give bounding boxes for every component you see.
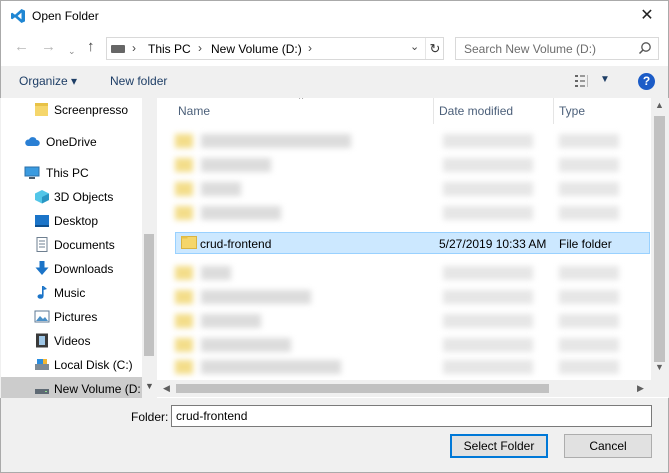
file-name: crud-frontend xyxy=(200,237,272,251)
nav-item-new-volume[interactable]: New Volume (D: xyxy=(1,377,142,398)
folder-icon xyxy=(35,103,48,116)
file-list: ^ Name Date modified Type crud-frontend … xyxy=(157,98,668,398)
view-dropdown-icon[interactable]: ▼ xyxy=(600,74,610,85)
back-arrow-icon[interactable]: ← xyxy=(14,38,29,56)
horizontal-scrollbar[interactable]: ◀ ▶ xyxy=(157,380,651,397)
scroll-up-icon[interactable]: ▲ xyxy=(655,100,664,110)
chevron-down-icon[interactable]: ⌄ xyxy=(410,40,419,53)
dialog-footer: Folder: Select Folder Cancel xyxy=(0,398,669,473)
cube-icon xyxy=(35,190,49,204)
breadcrumb-new-volume[interactable]: New Volume (D:) xyxy=(211,42,302,56)
scroll-right-icon[interactable]: ▶ xyxy=(637,383,644,394)
nav-item-desktop[interactable]: Desktop xyxy=(1,209,142,232)
column-header-date-modified[interactable]: Date modified xyxy=(433,98,553,124)
nav-item-label: 3D Objects xyxy=(54,190,114,204)
nav-item-music[interactable]: Music xyxy=(1,281,142,304)
chevron-right-icon[interactable]: › xyxy=(198,41,202,55)
command-bar: Organize ▾ New folder ▼ ? xyxy=(0,66,669,98)
table-row-selected[interactable]: crud-frontend 5/27/2019 10:33 AM File fo… xyxy=(175,232,650,254)
desktop-icon xyxy=(35,215,49,227)
nav-item-screenpresso[interactable]: Screenpresso xyxy=(1,98,142,121)
refresh-icon[interactable]: ↻ xyxy=(425,38,444,59)
nav-item-this-pc[interactable]: This PC xyxy=(1,161,142,184)
nav-item-documents[interactable]: Documents xyxy=(1,233,142,256)
scroll-left-icon[interactable]: ◀ xyxy=(163,383,170,394)
nav-item-label: New Volume (D: xyxy=(54,382,141,396)
organize-button[interactable]: Organize ▾ xyxy=(19,74,77,88)
cloud-icon xyxy=(25,137,40,146)
search-box[interactable]: Search New Volume (D:) xyxy=(455,37,659,60)
nav-item-label: Desktop xyxy=(54,214,99,228)
drive-icon xyxy=(35,389,49,394)
column-header-name[interactable]: Name xyxy=(172,98,433,124)
computer-icon xyxy=(24,166,40,179)
nav-item-onedrive[interactable]: OneDrive xyxy=(1,130,142,153)
scrollbar-thumb[interactable] xyxy=(176,384,549,393)
recent-dropdown-icon[interactable]: ⌄ xyxy=(68,42,76,60)
breadcrumb-this-pc[interactable]: This PC xyxy=(148,42,191,56)
search-input[interactable]: Search New Volume (D:) xyxy=(464,42,596,56)
drive-icon xyxy=(111,45,125,53)
nav-item-label: Pictures xyxy=(54,310,98,324)
view-options-icon[interactable] xyxy=(575,75,593,87)
cancel-button[interactable]: Cancel xyxy=(564,434,652,458)
select-folder-button[interactable]: Select Folder xyxy=(450,434,548,458)
search-icon[interactable] xyxy=(638,41,652,55)
document-icon xyxy=(36,237,48,252)
nav-scrollbar[interactable]: ▼ xyxy=(142,98,156,398)
close-icon: ✕ xyxy=(640,7,654,24)
title-bar: Open Folder ✕ xyxy=(0,0,669,30)
nav-item-downloads[interactable]: Downloads xyxy=(1,257,142,280)
pictures-icon xyxy=(34,310,50,323)
film-icon xyxy=(36,333,48,348)
help-icon[interactable]: ? xyxy=(638,73,655,90)
chevron-right-icon[interactable]: › xyxy=(132,41,136,55)
nav-item-label: Documents xyxy=(54,238,115,252)
close-button[interactable]: ✕ xyxy=(634,4,660,28)
new-folder-button[interactable]: New folder xyxy=(110,74,167,88)
forward-arrow-icon[interactable]: → xyxy=(41,38,56,56)
address-row: ← → ⌄ ↑ › This PC › New Volume (D:) › ⌄ … xyxy=(0,30,669,66)
scrollbar-thumb[interactable] xyxy=(144,234,154,356)
nav-item-label: Local Disk (C:) xyxy=(54,358,133,372)
nav-item-label: OneDrive xyxy=(46,135,97,149)
nav-item-label: Videos xyxy=(54,334,91,348)
address-bar[interactable]: › This PC › New Volume (D:) › ⌄ ↻ xyxy=(106,37,444,60)
up-arrow-icon[interactable]: ↑ xyxy=(87,38,95,56)
navigation-pane: Screenpresso OneDrive This PC 3D Objects… xyxy=(1,98,156,398)
folder-label: Folder: xyxy=(131,410,169,424)
window-title: Open Folder xyxy=(32,9,99,23)
nav-item-label: Music xyxy=(54,286,86,300)
file-type: File folder xyxy=(559,237,612,251)
vertical-scrollbar[interactable]: ▲ ▼ xyxy=(651,98,668,380)
nav-item-3d-objects[interactable]: 3D Objects xyxy=(1,185,142,208)
folder-name-input[interactable] xyxy=(171,405,652,427)
nav-item-local-disk[interactable]: Local Disk (C:) xyxy=(1,353,142,376)
nav-item-label: This PC xyxy=(46,166,89,180)
scroll-down-icon[interactable]: ▼ xyxy=(145,381,154,391)
nav-item-label: Downloads xyxy=(54,262,114,276)
music-note-icon xyxy=(37,286,47,299)
chevron-right-icon[interactable]: › xyxy=(308,41,312,55)
vscode-icon xyxy=(11,9,25,23)
download-arrow-icon xyxy=(35,261,49,275)
column-header-type[interactable]: Type xyxy=(553,98,651,124)
disk-icon xyxy=(35,359,49,370)
nav-item-pictures[interactable]: Pictures xyxy=(1,305,142,328)
scroll-down-icon[interactable]: ▼ xyxy=(655,362,664,372)
scrollbar-corner xyxy=(651,380,668,397)
folder-icon xyxy=(181,236,197,249)
nav-item-videos[interactable]: Videos xyxy=(1,329,142,352)
scrollbar-thumb[interactable] xyxy=(654,116,665,362)
nav-item-label: Screenpresso xyxy=(54,103,129,117)
file-date-modified: 5/27/2019 10:33 AM xyxy=(439,237,547,251)
